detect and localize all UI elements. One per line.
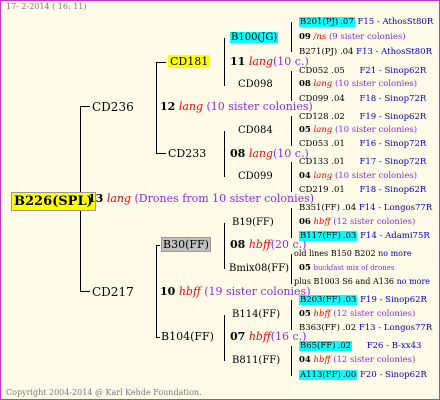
- tree-line: [291, 346, 292, 376]
- node-cd217-info: 10 hbff (19 sister colonies): [160, 285, 311, 298]
- node-b100[interactable]: B100(JG): [230, 32, 279, 43]
- tree-line: [224, 315, 225, 361]
- root-info: 13 lang (Drones from 10 sister colonies): [88, 192, 315, 205]
- node-bmix08[interactable]: Bmix08(FF): [229, 264, 289, 274]
- root-queen[interactable]: B226(SPL): [11, 192, 96, 211]
- leaf-row[interactable]: CD219 .01 F18 - Sinop62R: [299, 186, 426, 195]
- leaf-row[interactable]: plus B1003 S6 and A136 no more: [294, 278, 430, 286]
- leaf-row[interactable]: B201(PJ) .07 F15 - AthosSt80R: [299, 17, 433, 27]
- tree-line: [156, 245, 160, 246]
- tree-line: [224, 223, 225, 269]
- root-id[interactable]: B226(SPL): [11, 192, 96, 211]
- leaf-row[interactable]: CD128 .02 F19 - Sinop62R: [299, 113, 426, 122]
- tree-line: [291, 22, 292, 52]
- leaf-row[interactable]: CD099 .04 F18 - Sinop72R: [299, 95, 426, 104]
- tree-line: [80, 106, 90, 107]
- tree-line: [224, 38, 225, 86]
- node-cd099-info: 04 lang (10 sister colonies): [299, 171, 418, 181]
- tree-line: [291, 208, 292, 238]
- tree-line: [156, 245, 157, 337]
- node-cd236[interactable]: CD236: [92, 101, 134, 113]
- node-cd098-info: 08 lang (10 sister colonies): [299, 79, 418, 89]
- node-b100-info: 09 /ns (9 sister colonies): [299, 32, 406, 42]
- tree-line: [291, 300, 292, 330]
- footer-copyright: Copyright 2004-2014 @ Karl Kehde Foundat…: [6, 388, 202, 397]
- leaf-row[interactable]: old lines B150 B202 no more: [294, 250, 412, 258]
- node-bmix08-info: 05 buckfast mix of drones: [299, 263, 395, 273]
- tree-line: [291, 162, 292, 192]
- node-b811[interactable]: B811(FF): [232, 356, 280, 366]
- tree-line: [80, 291, 90, 292]
- node-b114[interactable]: B114(FF): [232, 310, 280, 320]
- leaf-row[interactable]: B203(FF) .03 F19 - Sinop62R: [299, 295, 427, 305]
- tree-line: [224, 131, 225, 177]
- node-cd236-info: 12 lang (10 sister colonies): [160, 100, 313, 113]
- leaf-row[interactable]: B65(FF) .02 F26 - B-xx43: [299, 341, 421, 351]
- node-cd233-info: 08 lang(10 c.): [230, 147, 309, 160]
- node-cd099[interactable]: CD099: [238, 172, 273, 182]
- node-cd233[interactable]: CD233: [168, 148, 206, 159]
- tree-line: [291, 116, 292, 146]
- leaf-row[interactable]: B363(FF) .02 F13 - Longos77R: [299, 324, 432, 333]
- node-b19[interactable]: B19(FF): [232, 218, 274, 228]
- header-timestamp: 17- 2-2014 ( 16: 11): [6, 2, 87, 11]
- node-b104-info: 07 hbff(16 c.): [230, 330, 307, 343]
- node-cd217[interactable]: CD217: [92, 286, 134, 298]
- leaf-row[interactable]: CD052 .05 F21 - Sinop62R: [299, 67, 426, 76]
- tree-line: [156, 62, 166, 63]
- node-b811-info: 04 hbff (12 sister colonies): [299, 355, 416, 365]
- tree-line: [156, 153, 166, 154]
- node-cd181[interactable]: CD181: [168, 55, 211, 68]
- leaf-row[interactable]: B351(FF) .04 F14 - Longos77R: [299, 204, 432, 213]
- leaf-row[interactable]: CD133 .01 F17 - Sinop72R: [299, 158, 426, 167]
- node-b114-info: 05 hbff (12 sister colonies): [299, 309, 416, 319]
- tree-line: [291, 254, 292, 284]
- node-b30[interactable]: B30(FF): [161, 237, 211, 252]
- node-cd084-info: 05 lang (10 sister colonies): [299, 125, 418, 135]
- tree-line: [156, 62, 157, 154]
- tree-line: [291, 71, 292, 101]
- leaf-row[interactable]: A113(FF) .00 F20 - Sinop62R: [299, 370, 427, 380]
- node-cd098[interactable]: CD098: [238, 80, 273, 90]
- node-b104[interactable]: B104(FF): [161, 331, 214, 342]
- node-b19-info: 06 hbff (12 sister colonies): [299, 217, 416, 227]
- tree-line: [156, 337, 160, 338]
- node-cd181-info: 11 lang(10 c.): [230, 55, 309, 68]
- node-cd084[interactable]: CD084: [238, 126, 273, 136]
- leaf-row[interactable]: B271(PJ) .04 F13 - AthosSt80R: [299, 48, 432, 57]
- leaf-row[interactable]: B117(FF) .03 F14 - Adami75R: [299, 231, 430, 241]
- leaf-row[interactable]: CD053 .01 F16 - Sinop72R: [299, 140, 426, 149]
